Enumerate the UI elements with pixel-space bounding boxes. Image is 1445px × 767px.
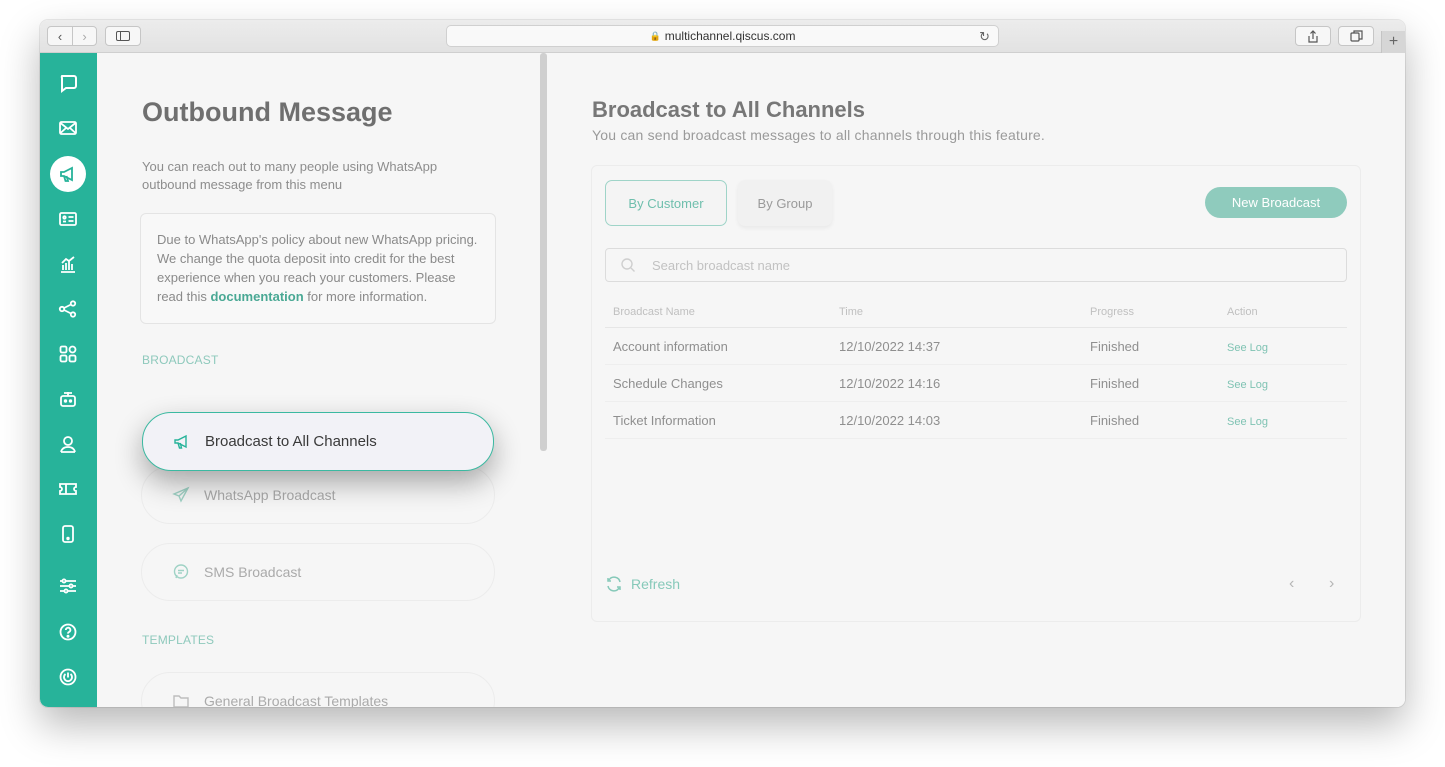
history-nav: ‹ › bbox=[47, 26, 97, 46]
agent-icon[interactable] bbox=[50, 426, 86, 462]
megaphone-icon bbox=[173, 433, 191, 451]
new-tab-button[interactable]: + bbox=[1381, 31, 1405, 53]
tabs-overview-button[interactable] bbox=[1338, 26, 1374, 46]
cell-progress: Finished bbox=[1090, 338, 1140, 354]
menu-item-label: WhatsApp Broadcast bbox=[204, 487, 336, 503]
section-subtitle: You can send broadcast messages to all c… bbox=[592, 127, 1046, 143]
plus-icon: + bbox=[1388, 33, 1399, 50]
table-row: Schedule Changes 12/10/2022 14:16 Finish… bbox=[605, 365, 1347, 402]
menu-item-label: Broadcast to All Channels bbox=[205, 433, 377, 450]
sidebar-toggle-button[interactable] bbox=[105, 26, 141, 46]
cell-time: 12/10/2022 14:03 bbox=[839, 412, 941, 428]
share-icon bbox=[1308, 29, 1318, 43]
send-icon bbox=[172, 486, 190, 504]
broadcast-nav-icon[interactable] bbox=[50, 156, 86, 192]
address-bar[interactable]: 🔒 multichannel.qiscus.com ↻ bbox=[446, 25, 999, 47]
broadcast-table: Broadcast Name Time Progress Action Acco… bbox=[605, 296, 1347, 439]
tabs-icon bbox=[1349, 30, 1363, 42]
forward-icon[interactable]: › bbox=[72, 27, 96, 45]
refresh-button[interactable]: Refresh bbox=[605, 575, 680, 593]
tab-by-customer[interactable]: By Customer bbox=[605, 180, 727, 226]
ticket-icon[interactable] bbox=[50, 471, 86, 507]
help-icon[interactable] bbox=[50, 614, 86, 650]
menu-item-sms-broadcast[interactable]: SMS Broadcast bbox=[141, 543, 495, 601]
url-text: multichannel.qiscus.com bbox=[664, 29, 796, 43]
browser-window: ‹ › 🔒 multichannel.qiscus.com ↻ + Outbou… bbox=[40, 20, 1405, 707]
table-header: Broadcast Name Time Progress Action bbox=[605, 296, 1347, 328]
col-action: Action bbox=[1227, 305, 1258, 318]
see-log-link[interactable]: See Log bbox=[1227, 342, 1268, 354]
mail-icon[interactable] bbox=[50, 110, 86, 146]
cell-progress: Finished bbox=[1090, 412, 1140, 428]
chat-icon[interactable] bbox=[50, 65, 86, 101]
menu-item-whatsapp-broadcast[interactable]: WhatsApp Broadcast bbox=[141, 466, 495, 524]
refresh-label: Refresh bbox=[631, 576, 681, 592]
page-title: Outbound Message bbox=[142, 97, 393, 127]
mobile-icon[interactable] bbox=[50, 516, 86, 552]
new-broadcast-button[interactable]: New Broadcast bbox=[1205, 187, 1347, 218]
cell-time: 12/10/2022 14:16 bbox=[839, 375, 941, 391]
reload-icon[interactable]: ↻ bbox=[979, 29, 990, 45]
browser-toolbar: ‹ › 🔒 multichannel.qiscus.com ↻ + bbox=[40, 20, 1405, 53]
section-title: Broadcast to All Channels bbox=[592, 97, 866, 122]
search-box bbox=[605, 248, 1347, 282]
cell-name: Account information bbox=[613, 338, 728, 354]
col-time: Time bbox=[839, 305, 864, 318]
apps-grid-icon[interactable] bbox=[50, 336, 86, 372]
nav-rail bbox=[40, 53, 97, 707]
menu-item-label: General Broadcast Templates bbox=[204, 693, 389, 707]
integration-icon[interactable] bbox=[50, 291, 86, 327]
col-broadcast-name: Broadcast Name bbox=[613, 305, 695, 318]
search-input[interactable] bbox=[652, 257, 1332, 273]
col-progress: Progress bbox=[1090, 305, 1135, 318]
search-icon bbox=[621, 258, 635, 272]
cell-time: 12/10/2022 14:37 bbox=[839, 338, 941, 354]
broadcast-main: Broadcast to All Channels You can send b… bbox=[547, 53, 1405, 707]
documentation-link[interactable]: documentation bbox=[210, 289, 303, 304]
tab-by-group[interactable]: By Group bbox=[738, 180, 832, 226]
power-icon[interactable] bbox=[50, 659, 86, 695]
page-description: You can reach out to many people using W… bbox=[142, 159, 438, 192]
contact-card-icon[interactable] bbox=[50, 201, 86, 237]
cell-progress: Finished bbox=[1090, 375, 1140, 391]
menu-item-general-templates[interactable]: General Broadcast Templates bbox=[141, 672, 495, 707]
menu-item-broadcast-all-channels[interactable]: Broadcast to All Channels bbox=[142, 412, 494, 471]
sidebar-icon bbox=[116, 31, 130, 41]
section-broadcast: BROADCAST bbox=[142, 353, 219, 367]
lock-icon: 🔒 bbox=[649, 30, 661, 41]
app: Outbound Message You can reach out to ma… bbox=[40, 53, 1405, 707]
folder-icon bbox=[172, 692, 190, 707]
see-log-link[interactable]: See Log bbox=[1227, 379, 1268, 391]
settings-sliders-icon[interactable] bbox=[50, 568, 86, 604]
back-icon[interactable]: ‹ bbox=[48, 27, 72, 45]
table-row: Ticket Information 12/10/2022 14:03 Fini… bbox=[605, 402, 1347, 439]
prev-page-icon[interactable]: ‹ bbox=[1289, 575, 1294, 593]
next-page-icon[interactable]: › bbox=[1329, 575, 1334, 593]
table-row: Account information 12/10/2022 14:37 Fin… bbox=[605, 328, 1347, 365]
bot-icon[interactable] bbox=[50, 381, 86, 417]
menu-item-label: SMS Broadcast bbox=[204, 564, 302, 580]
broadcast-card: By Customer By Group New Broadcast Broad… bbox=[591, 165, 1361, 622]
cell-name: Schedule Changes bbox=[613, 375, 723, 391]
outbound-menu-pane: Outbound Message You can reach out to ma… bbox=[97, 53, 547, 707]
sms-icon bbox=[172, 563, 190, 581]
cell-name: Ticket Information bbox=[613, 412, 716, 428]
left-pane-scrollbar[interactable] bbox=[540, 53, 547, 451]
pricing-notice: Due to WhatsApp's policy about new Whats… bbox=[140, 213, 496, 324]
section-templates: TEMPLATES bbox=[142, 633, 215, 647]
share-button[interactable] bbox=[1295, 26, 1331, 46]
analytics-icon[interactable] bbox=[50, 246, 86, 282]
see-log-link[interactable]: See Log bbox=[1227, 416, 1268, 428]
notice-text-end: for more information. bbox=[303, 289, 428, 304]
refresh-icon bbox=[607, 576, 621, 592]
